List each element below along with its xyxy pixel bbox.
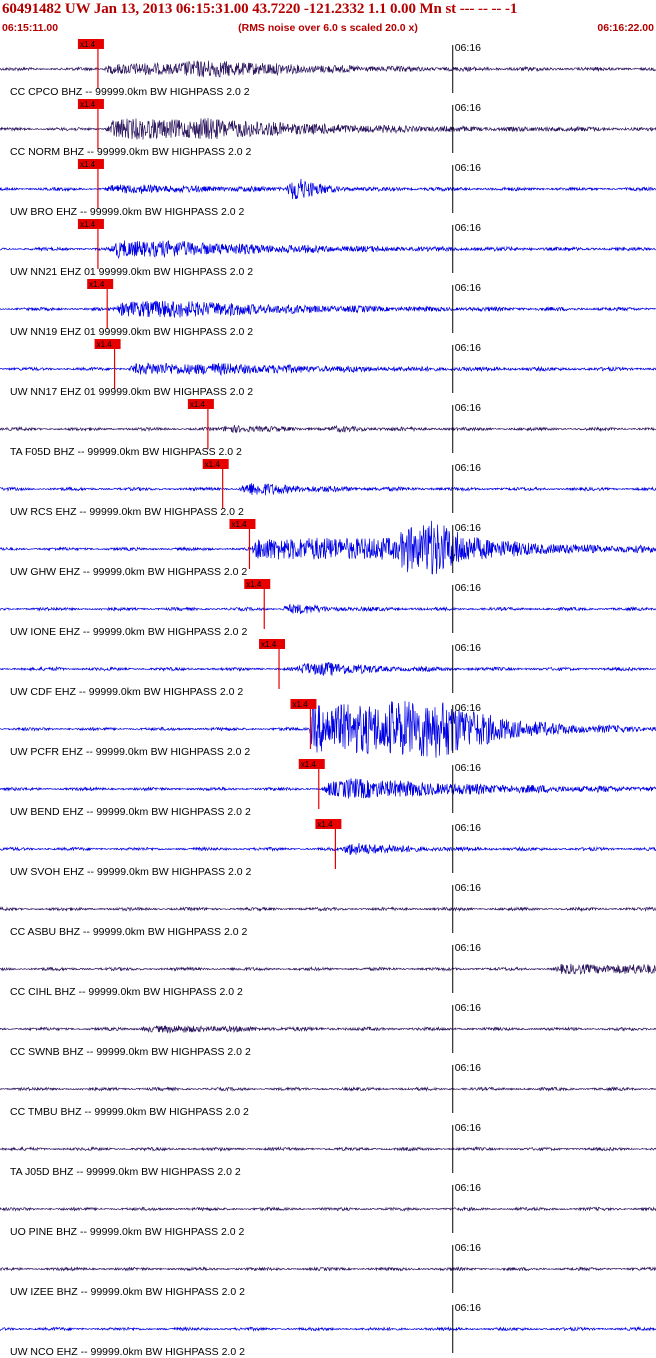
seismogram-trace — [0, 1206, 656, 1212]
seismogram-trace — [0, 1145, 656, 1152]
minute-tick-label: 06:16 — [455, 642, 481, 654]
trace-label: UW NN21 EHZ 01 99999.0km BW HIGHPASS 2.0… — [10, 266, 253, 278]
trace-label: TA F05D BHZ -- 99999.0km BW HIGHPASS 2.0… — [10, 446, 242, 458]
trace-label: UW GHW EHZ -- 99999.0km BW HIGHPASS 2.0 … — [10, 566, 247, 578]
trace-label: UW SVOH EHZ -- 99999.0km BW HIGHPASS 2.0… — [10, 866, 252, 878]
seismogram-trace — [0, 778, 656, 799]
minute-tick-label: 06:16 — [455, 582, 481, 594]
trace-label: UO PINE BHZ -- 99999.0km BW HIGHPASS 2.0… — [10, 1226, 245, 1238]
minute-tick-label: 06:16 — [455, 522, 481, 534]
trace-label: TA J05D BHZ -- 99999.0km BW HIGHPASS 2.0… — [10, 1166, 241, 1178]
trace-label: UW RCS EHZ -- 99999.0km BW HIGHPASS 2.0 … — [10, 506, 244, 518]
pick-flag-label: x1.4 — [80, 100, 96, 109]
minute-tick-label: 06:16 — [455, 462, 481, 474]
minute-tick-label: 06:16 — [455, 1122, 481, 1134]
minute-tick-label: 06:16 — [455, 102, 481, 114]
minute-tick-label: 06:16 — [455, 1242, 481, 1254]
pick-flag-label: x1.4 — [261, 640, 277, 649]
pick-flag-label: x1.4 — [80, 220, 96, 229]
trace-label: CC NORM BHZ -- 99999.0km BW HIGHPASS 2.0… — [10, 146, 252, 158]
minute-tick-label: 06:16 — [455, 162, 481, 174]
trace-label: UW IZEE BHZ -- 99999.0km BW HIGHPASS 2.0… — [10, 1286, 245, 1298]
trace-label: UW CDF EHZ -- 99999.0km BW HIGHPASS 2.0 … — [10, 686, 243, 698]
seismogram-trace — [0, 300, 656, 318]
minute-tick-label: 06:16 — [455, 222, 481, 234]
seismogram-trace — [0, 1266, 656, 1272]
seismogram-trace — [0, 1086, 656, 1092]
seismogram-trace — [0, 362, 656, 377]
trace-label: UW BRO EHZ -- 99999.0km BW HIGHPASS 2.0 … — [10, 206, 245, 218]
seismogram-trace — [0, 1326, 656, 1333]
trace-label: UW NN17 EHZ 01 99999.0km BW HIGHPASS 2.0… — [10, 386, 253, 398]
rms-noise-note: (RMS noise over 6.0 s scaled 20.0 x) — [238, 22, 418, 34]
seismogram-trace — [0, 1025, 656, 1034]
minute-tick-label: 06:16 — [455, 342, 481, 354]
minute-tick-label: 06:16 — [455, 882, 481, 894]
minute-tick-label: 06:16 — [455, 942, 481, 954]
minute-tick-label: 06:16 — [455, 762, 481, 774]
seismogram-trace — [0, 843, 656, 855]
minute-tick-label: 06:16 — [455, 1002, 481, 1014]
seismogram-trace — [0, 906, 656, 912]
minute-tick-label: 06:16 — [455, 822, 481, 834]
minute-tick-label: 06:16 — [455, 42, 481, 54]
seismogram-trace — [0, 603, 656, 615]
pick-flag-label: x1.4 — [190, 400, 206, 409]
pick-flag-label: x1.4 — [205, 460, 221, 469]
seismogram-trace — [0, 424, 656, 434]
minute-tick-label: 06:16 — [455, 1182, 481, 1194]
trace-label: CC SWNB BHZ -- 99999.0km BW HIGHPASS 2.0… — [10, 1046, 251, 1058]
pick-flag-label: x1.4 — [97, 340, 113, 349]
trace-label: CC CPCO BHZ -- 99999.0km BW HIGHPASS 2.0… — [10, 86, 250, 98]
trace-label: CC TMBU BHZ -- 99999.0km BW HIGHPASS 2.0… — [10, 1106, 249, 1118]
minute-tick-label: 06:16 — [455, 402, 481, 414]
pick-flag-label: x1.4 — [301, 760, 317, 769]
pick-flag-label: x1.4 — [80, 160, 96, 169]
minute-tick-label: 06:16 — [455, 282, 481, 294]
seismogram-trace — [0, 662, 656, 677]
plot-header: 60491482 UW Jan 13, 2013 06:15:31.00 43.… — [0, 0, 656, 36]
minute-tick-label: 06:16 — [455, 702, 481, 714]
trace-label: UW NCO EHZ -- 99999.0km BW HIGHPASS 2.0 … — [10, 1346, 245, 1358]
pick-flag-label: x1.4 — [292, 700, 308, 709]
pick-flag-label: x1.4 — [80, 40, 96, 49]
trace-label: CC CIHL BHZ -- 99999.0km BW HIGHPASS 2.0… — [10, 986, 243, 998]
seismogram-plot: 06:16 x1.4 CC CPCO BHZ -- 99999.0km BW HIG… — [0, 39, 656, 1358]
trace-label: UW IONE EHZ -- 99999.0km BW HIGHPASS 2.0… — [10, 626, 247, 638]
trace-label: UW PCFR EHZ -- 99999.0km BW HIGHPASS 2.0… — [10, 746, 250, 758]
event-title: 60491482 UW Jan 13, 2013 06:15:31.00 43.… — [2, 1, 518, 17]
minute-tick-label: 06:16 — [455, 1302, 481, 1314]
trace-label: UW BEND EHZ -- 99999.0km BW HIGHPASS 2.0… — [10, 806, 251, 818]
pick-flag-label: x1.4 — [231, 520, 247, 529]
seismogram-trace — [0, 963, 656, 976]
pick-flag-label: x1.4 — [246, 580, 262, 589]
end-time-label: 06:16:22.00 — [597, 22, 654, 34]
seismogram-trace — [0, 483, 656, 496]
minute-tick-label: 06:16 — [455, 1062, 481, 1074]
pick-flag-label: x1.4 — [89, 280, 105, 289]
pick-flag-label: x1.4 — [317, 820, 333, 829]
trace-label: CC ASBU BHZ -- 99999.0km BW HIGHPASS 2.0… — [10, 926, 247, 938]
trace-label: UW NN19 EHZ 01 99999.0km BW HIGHPASS 2.0… — [10, 326, 253, 338]
